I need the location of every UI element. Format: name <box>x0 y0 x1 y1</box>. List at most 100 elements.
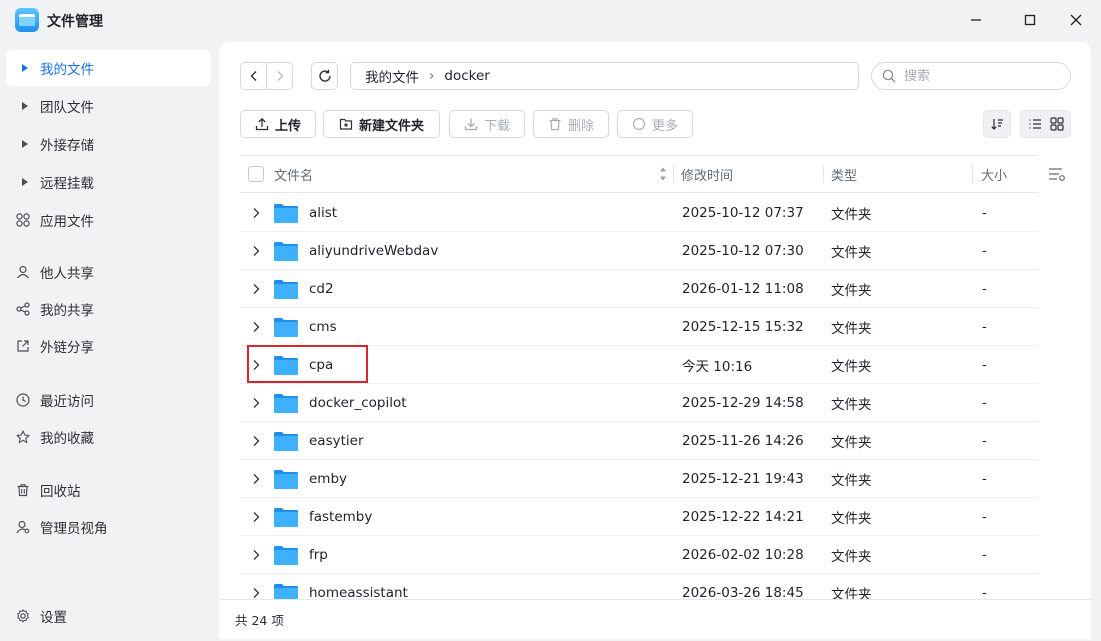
column-header-type[interactable]: 类型 <box>831 156 857 192</box>
sidebar-item-external-storage[interactable]: 外接存储 <box>6 126 211 162</box>
close-icon <box>1070 14 1082 26</box>
apps-icon <box>16 213 30 227</box>
download-button[interactable]: 下载 <box>449 110 525 138</box>
sidebar-item-my-shares[interactable]: 我的共享 <box>6 291 211 327</box>
file-size: - <box>982 205 987 221</box>
chevron-right-icon[interactable] <box>251 511 261 523</box>
chevron-right-icon[interactable] <box>251 283 261 295</box>
settings-button[interactable]: 设置 <box>6 598 211 634</box>
sidebar-item-app-files[interactable]: 应用文件 <box>6 202 211 238</box>
forward-button[interactable] <box>266 62 293 90</box>
file-type: 文件夹 <box>831 321 872 337</box>
close-window-button[interactable] <box>1062 8 1090 32</box>
table-row[interactable]: frp 2026-02-02 10:28 文件夹 - <box>240 536 1038 574</box>
chevron-right-icon[interactable] <box>251 587 261 599</box>
sidebar-item-label: 应用文件 <box>40 214 94 230</box>
sidebar-item-external-link-share[interactable]: 外链分享 <box>6 328 211 364</box>
delete-button[interactable]: 删除 <box>533 110 609 138</box>
folder-icon <box>274 546 298 565</box>
search-input[interactable] <box>904 68 1054 84</box>
chevron-right-icon[interactable] <box>251 397 261 409</box>
sidebar-item-my-files[interactable]: 我的文件 <box>6 50 211 86</box>
caret-right-icon <box>16 137 30 151</box>
sort-arrows-icon[interactable] <box>658 166 668 182</box>
sidebar-item-label: 我的文件 <box>40 62 94 78</box>
chevron-right-icon[interactable] <box>251 207 261 219</box>
file-type: 文件夹 <box>831 435 872 451</box>
column-settings-icon <box>1049 168 1065 181</box>
column-separator[interactable] <box>673 165 674 183</box>
chevron-right-icon <box>277 71 283 81</box>
view-toggle[interactable] <box>1020 110 1071 138</box>
file-name[interactable]: emby <box>309 460 347 498</box>
folder-icon <box>274 204 298 223</box>
file-mtime: 2025-10-12 07:37 <box>682 205 804 221</box>
breadcrumb[interactable]: 我的文件 › docker <box>350 62 859 90</box>
trash-icon <box>16 483 30 497</box>
file-name[interactable]: easytier <box>309 422 364 460</box>
file-name[interactable]: cd2 <box>309 270 334 308</box>
sidebar-item-recent[interactable]: 最近访问 <box>6 382 211 418</box>
table-row[interactable]: fastemby 2025-12-22 14:21 文件夹 - <box>240 498 1038 536</box>
column-separator[interactable] <box>823 165 824 183</box>
column-separator[interactable] <box>972 165 973 183</box>
maximize-button[interactable] <box>1016 8 1044 32</box>
sidebar-item-favorites[interactable]: 我的收藏 <box>6 419 211 455</box>
chevron-right-icon[interactable] <box>251 321 261 333</box>
file-name[interactable]: cms <box>309 308 337 346</box>
table-row[interactable]: aliyundriveWebdav 2025-10-12 07:30 文件夹 - <box>240 232 1038 270</box>
column-header-mtime[interactable]: 修改时间 <box>681 156 733 192</box>
sidebar-item-shared-with-me[interactable]: 他人共享 <box>6 254 211 290</box>
file-name[interactable]: docker_copilot <box>309 384 407 422</box>
refresh-button[interactable] <box>311 62 338 90</box>
back-button[interactable] <box>240 62 267 90</box>
user-share-icon <box>16 265 30 279</box>
select-all-checkbox[interactable] <box>248 166 264 182</box>
table-row[interactable]: easytier 2025-11-26 14:26 文件夹 - <box>240 422 1038 460</box>
sidebar-item-label: 我的共享 <box>40 303 94 319</box>
file-size: - <box>982 547 987 563</box>
more-button[interactable]: 更多 <box>617 110 693 138</box>
table-row[interactable]: docker_copilot 2025-12-29 14:58 文件夹 - <box>240 384 1038 422</box>
sidebar-item-team-files[interactable]: 团队文件 <box>6 88 211 124</box>
file-size: - <box>982 281 987 297</box>
minimize-icon <box>971 19 981 21</box>
column-settings-button[interactable] <box>1048 166 1066 186</box>
minimize-button[interactable] <box>962 8 990 32</box>
file-name[interactable]: frp <box>309 536 328 574</box>
column-header-name[interactable]: 文件名 <box>274 156 313 192</box>
download-icon <box>464 118 478 131</box>
chevron-right-icon[interactable] <box>251 245 261 257</box>
new-folder-button[interactable]: 新建文件夹 <box>323 110 440 138</box>
sidebar-item-remote-mount[interactable]: 远程挂载 <box>6 164 211 200</box>
chevron-left-icon <box>250 71 256 81</box>
share-icon <box>16 302 30 316</box>
file-name[interactable]: aliyundriveWebdav <box>309 232 438 270</box>
chevron-right-icon[interactable] <box>251 435 261 447</box>
upload-button[interactable]: 上传 <box>240 110 316 138</box>
sort-button[interactable] <box>983 110 1011 138</box>
file-size: - <box>982 471 987 487</box>
column-header-size[interactable]: 大小 <box>981 156 1007 192</box>
sidebar-item-label: 外接存储 <box>40 138 94 154</box>
grid-view-icon[interactable] <box>1049 117 1064 131</box>
chevron-right-icon[interactable] <box>251 473 261 485</box>
table-row[interactable]: alist 2025-10-12 07:37 文件夹 - <box>240 194 1038 232</box>
maximize-icon <box>1024 14 1036 26</box>
file-name[interactable]: alist <box>309 194 337 232</box>
table-row[interactable]: cd2 2026-01-12 11:08 文件夹 - <box>240 270 1038 308</box>
sidebar-item-label: 最近访问 <box>40 394 94 410</box>
folder-icon <box>274 432 298 451</box>
sidebar-item-recycle-bin[interactable]: 回收站 <box>6 472 211 508</box>
chevron-right-icon[interactable] <box>251 549 261 561</box>
table-row[interactable]: emby 2025-12-21 19:43 文件夹 - <box>240 460 1038 498</box>
sidebar-item-admin-view[interactable]: 管理员视角 <box>6 509 211 545</box>
list-view-icon[interactable] <box>1028 117 1042 131</box>
breadcrumb-item[interactable]: 我的文件 <box>365 66 419 86</box>
file-name[interactable]: fastemby <box>309 498 372 536</box>
breadcrumb-item[interactable]: docker <box>444 68 489 84</box>
sidebar-item-label: 我的收藏 <box>40 431 94 447</box>
caret-right-icon <box>16 175 30 189</box>
table-row[interactable]: cms 2025-12-15 15:32 文件夹 - <box>240 308 1038 346</box>
search-box[interactable] <box>871 62 1071 90</box>
